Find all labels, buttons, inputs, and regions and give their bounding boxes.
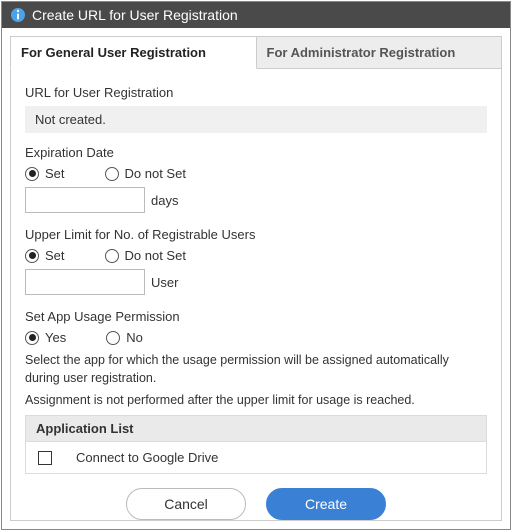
tab-general-registration[interactable]: For General User Registration [10, 36, 257, 69]
radio-label: No [126, 330, 143, 345]
expiration-input-row: days [25, 187, 487, 213]
tab-content: URL for User Registration Not created. E… [10, 69, 502, 521]
expiration-unit: days [151, 193, 178, 208]
radio-label: Do not Set [125, 166, 186, 181]
upperlimit-label: Upper Limit for No. of Registrable Users [25, 227, 487, 242]
tab-bar: For General User Registration For Admini… [10, 36, 502, 69]
permission-help-1: Select the app for which the usage permi… [25, 351, 487, 387]
application-list-header: Application List [26, 416, 486, 442]
tab-administrator-registration[interactable]: For Administrator Registration [257, 36, 503, 69]
url-label: URL for User Registration [25, 85, 487, 100]
radio-label: Yes [45, 330, 66, 345]
radio-icon [25, 331, 39, 345]
app-name: Connect to Google Drive [76, 450, 218, 465]
expiration-days-input[interactable] [25, 187, 145, 213]
upperlimit-unit: User [151, 275, 178, 290]
radio-icon [25, 167, 39, 181]
upperlimit-set-option[interactable]: Set [25, 248, 65, 263]
permission-radio-group: Yes No [25, 330, 487, 345]
upperlimit-users-input[interactable] [25, 269, 145, 295]
dialog-window: Create URL for User Registration For Gen… [1, 1, 511, 530]
cancel-button[interactable]: Cancel [126, 488, 246, 520]
radio-icon [25, 249, 39, 263]
dialog-title: Create URL for User Registration [32, 7, 238, 23]
permission-yes-option[interactable]: Yes [25, 330, 66, 345]
info-icon [10, 7, 26, 23]
upperlimit-input-row: User [25, 269, 487, 295]
expiration-donotset-option[interactable]: Do not Set [105, 166, 186, 181]
expiration-radio-group: Set Do not Set [25, 166, 487, 181]
url-status: Not created. [25, 106, 487, 133]
app-checkbox[interactable] [38, 451, 52, 465]
dialog-buttons: Cancel Create [25, 488, 487, 520]
radio-icon [105, 167, 119, 181]
create-button[interactable]: Create [266, 488, 386, 520]
permission-help-2: Assignment is not performed after the up… [25, 391, 487, 409]
list-item: Connect to Google Drive [26, 442, 486, 473]
radio-icon [105, 249, 119, 263]
radio-label: Do not Set [125, 248, 186, 263]
permission-label: Set App Usage Permission [25, 309, 487, 324]
upperlimit-radio-group: Set Do not Set [25, 248, 487, 263]
application-list: Application List Connect to Google Drive [25, 415, 487, 474]
permission-no-option[interactable]: No [106, 330, 143, 345]
upperlimit-donotset-option[interactable]: Do not Set [105, 248, 186, 263]
expiration-label: Expiration Date [25, 145, 487, 160]
radio-icon [106, 331, 120, 345]
expiration-set-option[interactable]: Set [25, 166, 65, 181]
radio-label: Set [45, 248, 65, 263]
titlebar: Create URL for User Registration [2, 2, 510, 28]
radio-label: Set [45, 166, 65, 181]
